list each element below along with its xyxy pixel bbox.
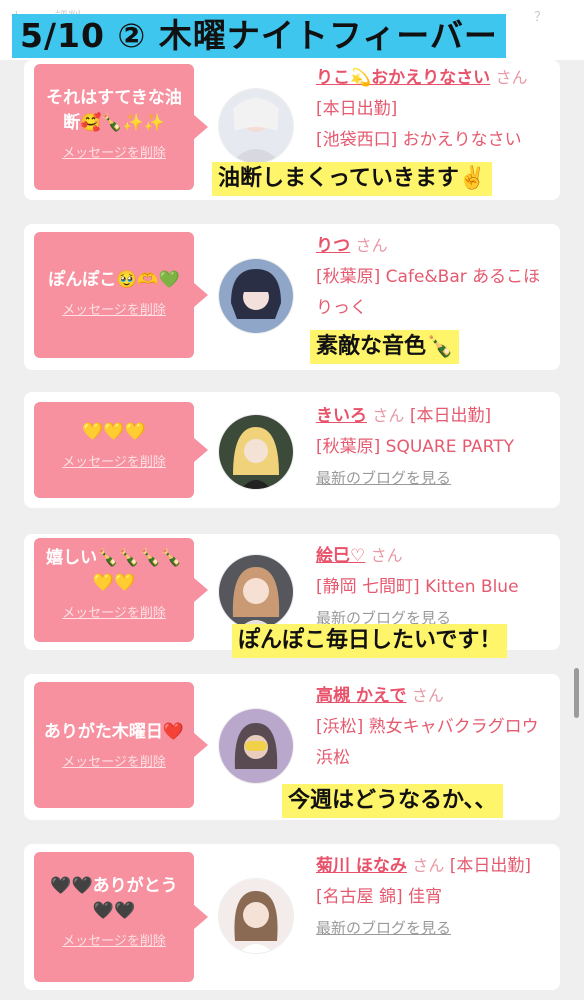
shop-info: [名古屋 錦] 佳宵: [316, 887, 443, 907]
avatar[interactable]: [218, 554, 294, 630]
message-bubble: ぽんぽこ🥹🫶💚 メッセージを削除: [34, 232, 208, 358]
cast-info: りこ💫おかえりなさい さん [本日出勤] [池袋西口] おかえりなさい: [316, 62, 552, 156]
shop-info: [秋葉原] SQUARE PARTY: [316, 437, 515, 457]
work-status: [本日出勤]: [409, 406, 492, 426]
cast-name-link[interactable]: 絵巳♡: [316, 546, 365, 566]
highlight-comment: ぽんぽこ毎日したいです！: [232, 624, 508, 658]
scrollbar[interactable]: [574, 668, 579, 718]
cast-name-link[interactable]: きいろ: [316, 406, 367, 426]
delete-message-link[interactable]: メッセージを削除: [34, 299, 194, 318]
cast-info: きいろ さん [本日出勤] [秋葉原] SQUARE PARTY 最新のブログを…: [316, 400, 552, 494]
message-text: それはすてきな油断🥰🍾✨✨: [46, 88, 182, 133]
avatar[interactable]: [218, 708, 294, 784]
message-bubble: それはすてきな油断🥰🍾✨✨ メッセージを削除: [34, 64, 208, 190]
shop-info: [池袋西口] おかえりなさい: [316, 130, 522, 150]
message-text: 💛💛💛: [82, 422, 146, 442]
message-bubble: 嬉しい🍾🍾🍾🍾💛💛 メッセージを削除: [34, 538, 208, 642]
work-status: [本日出勤]: [316, 99, 398, 119]
message-text: 嬉しい🍾🍾🍾🍾💛💛: [46, 548, 182, 593]
avatar[interactable]: [218, 878, 294, 954]
message-bubble: 🖤🖤ありがとう🖤🖤 メッセージを削除: [34, 852, 208, 982]
message-text: 🖤🖤ありがとう🖤🖤: [50, 876, 178, 921]
highlight-comment: 今週はどうなるか、、: [282, 784, 503, 818]
shop-info: [静岡 七間町] Kitten Blue: [316, 577, 519, 597]
cast-name-link[interactable]: 高槻 かえで: [316, 686, 406, 706]
delete-message-link[interactable]: メッセージを削除: [34, 930, 194, 949]
message-bubble: 💛💛💛 メッセージを削除: [34, 402, 208, 498]
message-bubble: ありがた木曜日❤️ メッセージを削除: [34, 682, 208, 808]
cast-info: 高槻 かえで さん [浜松] 熟女キャバクラグロウ 浜松: [316, 680, 552, 774]
cast-info: 菊川 ほなみ さん [本日出勤] [名古屋 錦] 佳宵 最新のブログを見る: [316, 850, 552, 944]
message-card: ぽんぽこ🥹🫶💚 メッセージを削除 りつ さん [秋葉原] Cafe&Bar ある…: [24, 224, 560, 370]
message-text: ありがた木曜日❤️: [43, 722, 185, 742]
cast-name-link[interactable]: りこ💫おかえりなさい: [316, 68, 490, 88]
delete-message-link[interactable]: メッセージを削除: [34, 451, 194, 470]
highlight-comment: 油断しまくっていきます✌️: [212, 162, 493, 196]
cast-info: りつ さん [秋葉原] Cafe&Bar あるこほりっく: [316, 230, 552, 324]
work-status: [本日出勤]: [449, 856, 532, 876]
faint-header-mark: ？: [534, 10, 548, 25]
delete-message-link[interactable]: メッセージを削除: [34, 751, 194, 770]
delete-message-link[interactable]: メッセージを削除: [34, 142, 194, 161]
message-card: 💛💛💛 メッセージを削除 きいろ さん [本日出勤] [秋葉原] SQUARE …: [24, 392, 560, 508]
cast-name-link[interactable]: りつ: [316, 236, 350, 256]
delete-message-link[interactable]: メッセージを削除: [34, 602, 194, 621]
honorific: さん: [355, 236, 388, 255]
shop-info: [浜松] 熟女キャバクラグロウ 浜松: [316, 717, 539, 768]
message-card: 🖤🖤ありがとう🖤🖤 メッセージを削除 菊川 ほなみ さん [本日出勤] [名古屋…: [24, 844, 560, 990]
honorific: さん: [412, 856, 445, 875]
honorific: さん: [495, 68, 528, 87]
message-text: ぽんぽこ🥹🫶💚: [48, 270, 180, 290]
honorific: さん: [370, 546, 403, 565]
shop-info: [秋葉原] Cafe&Bar あるこほりっく: [316, 267, 541, 318]
cast-name-link[interactable]: 菊川 ほなみ: [316, 856, 407, 876]
latest-blog-link[interactable]: 最新のブログを見る: [316, 469, 451, 487]
cast-info: 絵巳♡ さん [静岡 七間町] Kitten Blue 最新のブログを見る: [316, 540, 552, 634]
honorific: さん: [372, 406, 405, 425]
highlight-comment: 素敵な音色🍾: [310, 330, 460, 364]
avatar[interactable]: [218, 258, 294, 334]
avatar[interactable]: [218, 414, 294, 490]
page-title: 5/10 ② 木曜ナイトフィーバー: [12, 14, 506, 58]
avatar[interactable]: [218, 88, 294, 164]
honorific: さん: [411, 686, 444, 705]
latest-blog-link[interactable]: 最新のブログを見る: [316, 919, 451, 937]
